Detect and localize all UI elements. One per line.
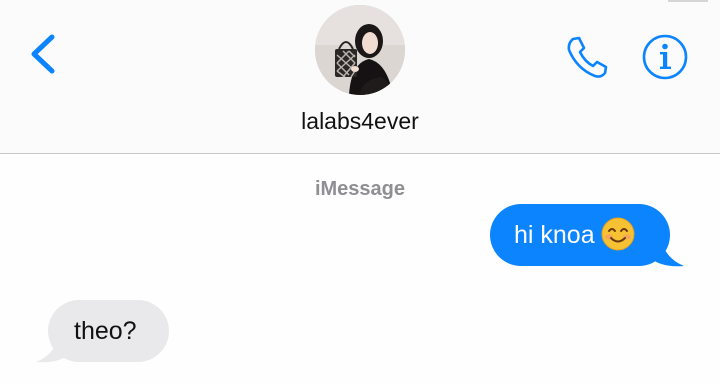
- service-label: iMessage: [314, 178, 406, 200]
- call-button[interactable]: [563, 33, 611, 81]
- contact-avatar[interactable]: [315, 5, 405, 95]
- message-text: hi knoa: [514, 221, 595, 249]
- details-button[interactable]: [640, 33, 690, 81]
- conversation-header: lalabs4ever: [0, 0, 720, 154]
- status-bar-indicator: [668, 0, 708, 2]
- phone-icon: [567, 36, 608, 78]
- back-button[interactable]: [24, 30, 64, 78]
- outgoing-message-bubble[interactable]: hi knoa: [490, 204, 670, 266]
- message-text: theo?: [74, 317, 137, 345]
- chevron-left-icon: [31, 34, 55, 74]
- smiling-face-icon: [601, 217, 635, 251]
- avatar-photo: [315, 5, 405, 95]
- contact-name[interactable]: lalabs4ever: [0, 108, 720, 135]
- incoming-message-bubble[interactable]: theo?: [48, 300, 169, 362]
- info-icon: [642, 34, 688, 80]
